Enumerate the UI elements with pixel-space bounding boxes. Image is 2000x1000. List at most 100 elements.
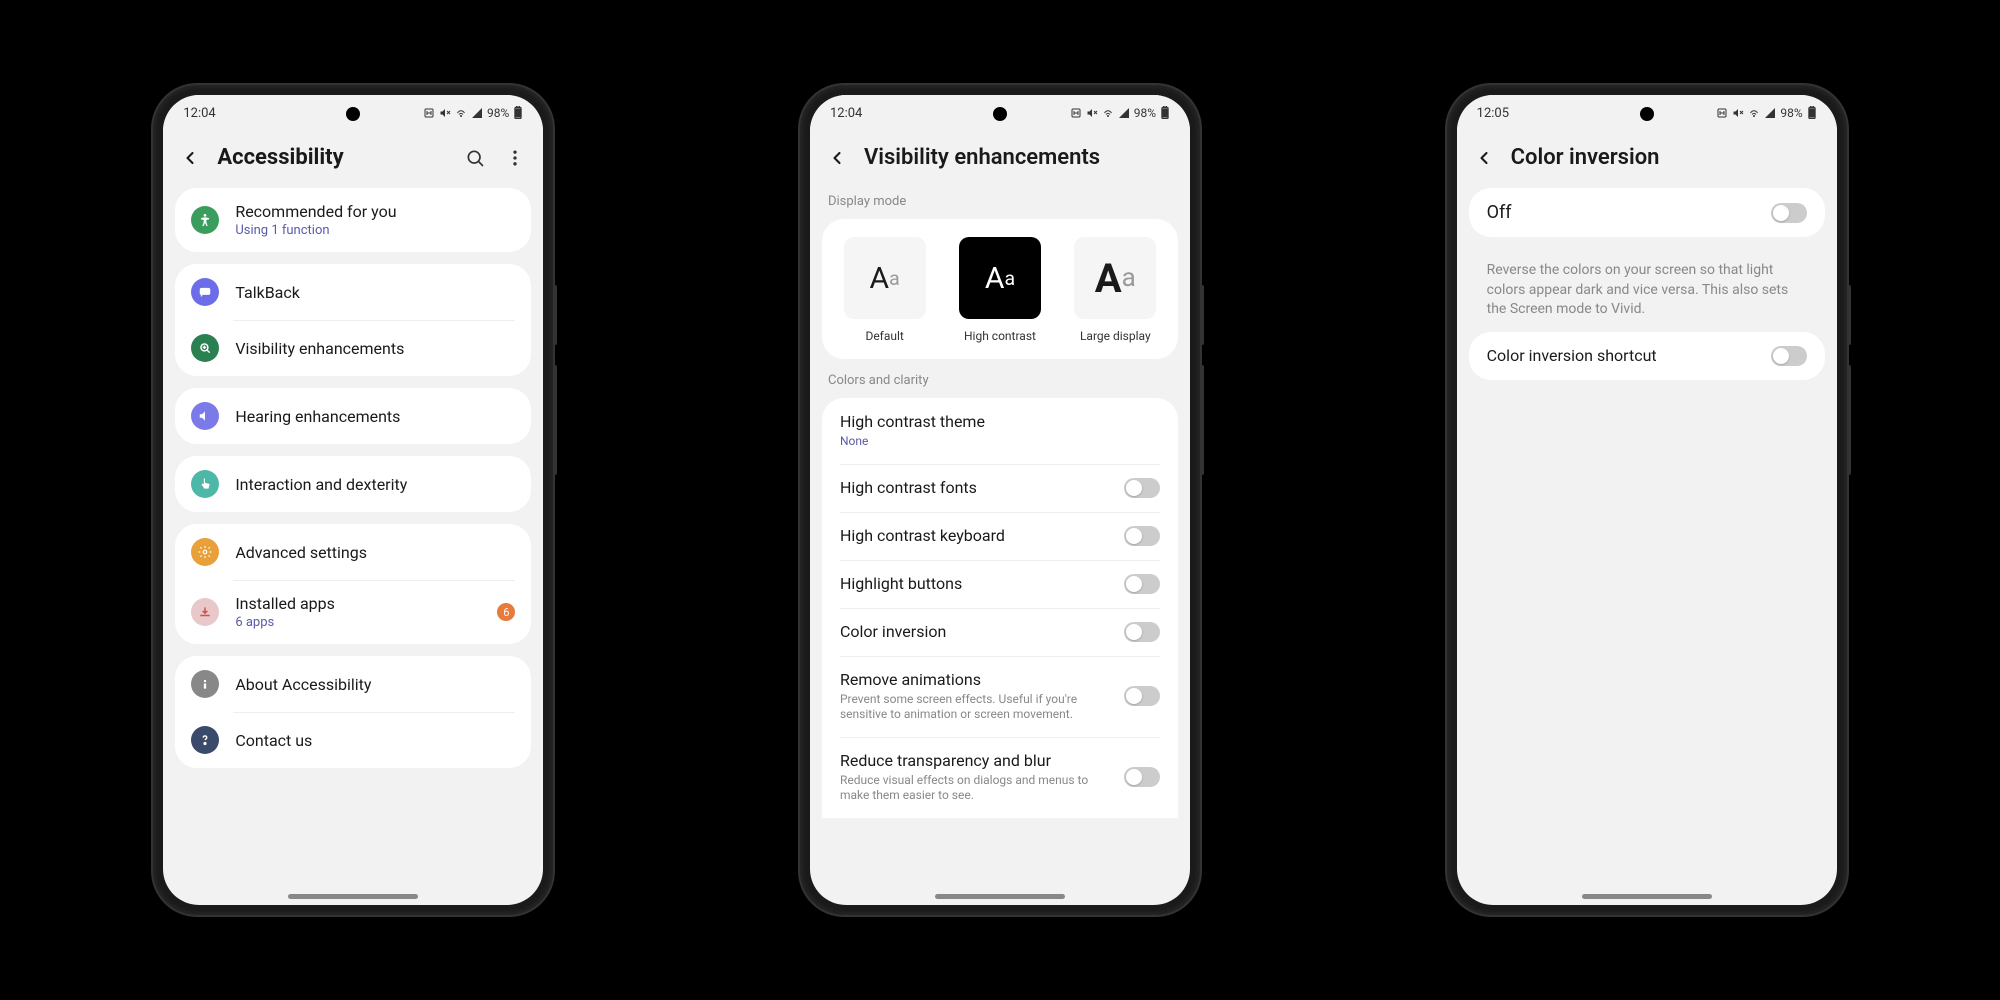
item-contact[interactable]: Contact us bbox=[175, 712, 531, 768]
setting-sub: None bbox=[840, 434, 1160, 450]
item-sub: Using 1 function bbox=[235, 223, 515, 238]
toggle-highlight[interactable] bbox=[1124, 574, 1160, 594]
search-icon[interactable] bbox=[463, 146, 487, 170]
mode-large[interactable]: Aa Large display bbox=[1074, 237, 1156, 343]
toggle-blur[interactable] bbox=[1124, 767, 1160, 787]
item-label: Interaction and dexterity bbox=[235, 475, 407, 494]
card-hearing: Hearing enhancements bbox=[175, 388, 531, 444]
toggle-hc-fonts[interactable] bbox=[1124, 478, 1160, 498]
back-icon[interactable] bbox=[1473, 147, 1495, 169]
battery-pct: 98% bbox=[1780, 106, 1802, 120]
toggle-animations[interactable] bbox=[1124, 686, 1160, 706]
mode-preview-large: Aa bbox=[1074, 237, 1156, 319]
mode-default[interactable]: Aa Default bbox=[844, 237, 926, 343]
header: Color inversion bbox=[1457, 131, 1837, 188]
item-label: TalkBack bbox=[235, 283, 300, 302]
row-color-inversion[interactable]: Color inversion bbox=[822, 608, 1178, 656]
screen-1: 12:04 98% Accessibility bbox=[163, 95, 543, 905]
page-title: Color inversion bbox=[1511, 145, 1821, 170]
hearing-icon bbox=[191, 402, 219, 430]
item-installed[interactable]: Installed apps 6 apps 6 bbox=[175, 580, 531, 644]
mode-preview-default: Aa bbox=[844, 237, 926, 319]
home-indicator[interactable] bbox=[935, 894, 1065, 899]
content-area[interactable]: Off Reverse the colors on your screen so… bbox=[1457, 188, 1837, 888]
card-recommended: Recommended for you Using 1 function bbox=[175, 188, 531, 252]
card-display-modes: Aa Default Aa High contrast Aa Large dis… bbox=[822, 219, 1178, 359]
status-icons: 98% bbox=[1070, 106, 1170, 120]
download-icon bbox=[191, 598, 219, 626]
card-group-1: TalkBack Visibility enhancements bbox=[175, 264, 531, 376]
mode-label: Default bbox=[865, 329, 903, 343]
status-time: 12:04 bbox=[183, 106, 215, 121]
item-label: Advanced settings bbox=[235, 543, 367, 562]
accessibility-icon bbox=[191, 206, 219, 234]
item-sub: 6 apps bbox=[235, 615, 481, 630]
home-indicator[interactable] bbox=[1582, 894, 1712, 899]
camera-cutout bbox=[346, 107, 360, 121]
toggle-hc-keyboard[interactable] bbox=[1124, 526, 1160, 546]
battery-pct: 98% bbox=[487, 106, 509, 120]
row-highlight[interactable]: Highlight buttons bbox=[822, 560, 1178, 608]
setting-sub: Reduce visual effects on dialogs and men… bbox=[840, 773, 1112, 804]
screen-2: 12:04 98% Visibility enhancements Displa… bbox=[810, 95, 1190, 905]
row-animations[interactable]: Remove animations Prevent some screen ef… bbox=[822, 656, 1178, 737]
home-indicator[interactable] bbox=[288, 894, 418, 899]
content-area[interactable]: Display mode Aa Default Aa High contrast… bbox=[810, 188, 1190, 888]
setting-label: Reduce transparency and blur bbox=[840, 751, 1112, 770]
phone-frame-2: 12:04 98% Visibility enhancements Displa… bbox=[800, 85, 1200, 915]
visibility-icon bbox=[191, 334, 219, 362]
mode-label: Large display bbox=[1080, 329, 1151, 343]
item-label: Hearing enhancements bbox=[235, 407, 400, 426]
toggle-main[interactable] bbox=[1771, 203, 1807, 223]
item-text: Recommended for you Using 1 function bbox=[235, 202, 515, 238]
item-label: Visibility enhancements bbox=[235, 339, 404, 358]
card-settings: High contrast theme None High contrast f… bbox=[822, 398, 1178, 818]
content-area[interactable]: Recommended for you Using 1 function Tal… bbox=[163, 188, 543, 888]
item-interaction[interactable]: Interaction and dexterity bbox=[175, 456, 531, 512]
setting-label: High contrast theme bbox=[840, 412, 1160, 431]
item-label: Recommended for you bbox=[235, 202, 515, 221]
header: Visibility enhancements bbox=[810, 131, 1190, 188]
card-group-2: Advanced settings Installed apps 6 apps … bbox=[175, 524, 531, 644]
back-icon[interactable] bbox=[826, 147, 848, 169]
more-icon[interactable] bbox=[503, 146, 527, 170]
setting-label: Highlight buttons bbox=[840, 574, 1112, 593]
item-visibility[interactable]: Visibility enhancements bbox=[175, 320, 531, 376]
row-blur[interactable]: Reduce transparency and blur Reduce visu… bbox=[822, 737, 1178, 818]
item-about[interactable]: About Accessibility bbox=[175, 656, 531, 712]
setting-label: High contrast keyboard bbox=[840, 526, 1112, 545]
mode-high-contrast[interactable]: Aa High contrast bbox=[959, 237, 1041, 343]
row-hc-theme[interactable]: High contrast theme None bbox=[822, 398, 1178, 464]
section-colors: Colors and clarity bbox=[810, 367, 1190, 398]
item-label: Contact us bbox=[235, 731, 312, 750]
toggle-inversion[interactable] bbox=[1124, 622, 1160, 642]
status-time: 12:05 bbox=[1477, 106, 1509, 121]
section-display-mode: Display mode bbox=[810, 188, 1190, 219]
status-time: 12:04 bbox=[830, 106, 862, 121]
card-off-toggle: Off bbox=[1469, 188, 1825, 237]
row-hc-fonts[interactable]: High contrast fonts bbox=[822, 464, 1178, 512]
toggle-shortcut[interactable] bbox=[1771, 346, 1807, 366]
description-text: Reverse the colors on your screen so tha… bbox=[1469, 249, 1825, 332]
back-icon[interactable] bbox=[179, 147, 201, 169]
item-hearing[interactable]: Hearing enhancements bbox=[175, 388, 531, 444]
card-interaction: Interaction and dexterity bbox=[175, 456, 531, 512]
page-title: Accessibility bbox=[217, 145, 447, 170]
row-off[interactable]: Off bbox=[1469, 188, 1825, 237]
screen-3: 12:05 98% Color inversion Off bbox=[1457, 95, 1837, 905]
shortcut-label: Color inversion shortcut bbox=[1487, 346, 1759, 365]
row-shortcut[interactable]: Color inversion shortcut bbox=[1469, 332, 1825, 380]
display-modes-row: Aa Default Aa High contrast Aa Large dis… bbox=[822, 219, 1178, 359]
badge-count: 6 bbox=[497, 603, 515, 621]
item-label: About Accessibility bbox=[235, 675, 371, 694]
item-recommended[interactable]: Recommended for you Using 1 function bbox=[175, 188, 531, 252]
interaction-icon bbox=[191, 470, 219, 498]
item-advanced[interactable]: Advanced settings bbox=[175, 524, 531, 580]
card-group-3: About Accessibility Contact us bbox=[175, 656, 531, 768]
card-shortcut: Color inversion shortcut bbox=[1469, 332, 1825, 380]
item-talkback[interactable]: TalkBack bbox=[175, 264, 531, 320]
setting-label: Color inversion bbox=[840, 622, 1112, 641]
camera-cutout bbox=[1640, 107, 1654, 121]
phone-frame-3: 12:05 98% Color inversion Off bbox=[1447, 85, 1847, 915]
row-hc-keyboard[interactable]: High contrast keyboard bbox=[822, 512, 1178, 560]
